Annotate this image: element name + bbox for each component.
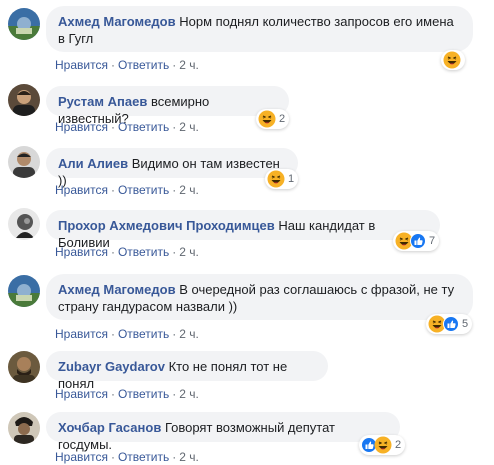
comment-actions: Нравится · Ответить · 2 ч. (55, 326, 199, 342)
reply-link[interactable]: Ответить (118, 245, 169, 259)
comment-bubble: Рустам Апаев всемирно известный? (46, 86, 289, 126)
comment-author[interactable]: Ахмед Магомедов (58, 14, 176, 29)
reply-link[interactable]: Ответить (118, 58, 169, 72)
reaction-summary[interactable]: 5 (426, 314, 473, 334)
reply-link[interactable]: Ответить (118, 183, 169, 197)
like-link[interactable]: Нравится (55, 245, 108, 259)
comment-actions: Нравится · Ответить · 2 ч. (55, 119, 199, 135)
separator: · (110, 120, 115, 134)
separator: · (172, 450, 177, 464)
reply-link[interactable]: Ответить (118, 450, 169, 464)
like-link[interactable]: Нравится (55, 58, 108, 72)
comment-bubble: Хочбар Гасанов Говорят возможный депутат… (46, 412, 400, 452)
haha-icon (258, 110, 276, 128)
comment-author[interactable]: Zubayr Gaydarov (58, 359, 165, 374)
comment-actions: Нравится · Ответить · 2 ч. (55, 182, 199, 198)
reply-link[interactable]: Ответить (118, 120, 169, 134)
comment-actions: Нравится · Ответить · 2 ч. (55, 386, 199, 402)
separator: · (110, 387, 115, 401)
comment-timestamp[interactable]: 2 ч. (179, 120, 199, 134)
like-icon (443, 316, 459, 332)
separator: · (110, 327, 115, 341)
comment-bubble: Али Алиев Видимо он там известен )) (46, 148, 298, 188)
separator: · (110, 245, 115, 259)
avatar[interactable] (8, 275, 40, 307)
reaction-count: 1 (288, 173, 295, 185)
reaction-count: 2 (279, 113, 286, 125)
comment-actions: Нравится · Ответить · 2 ч. (55, 449, 199, 465)
separator: · (172, 58, 177, 72)
comment-actions: Нравится · Ответить · 2 ч. (55, 57, 199, 73)
comment-author[interactable]: Прохор Ахмедович Проходимцев (58, 218, 275, 233)
reaction-summary[interactable]: 2 (256, 109, 290, 129)
separator: · (110, 183, 115, 197)
separator: · (172, 183, 177, 197)
reaction-count: 2 (395, 439, 402, 451)
comment-author[interactable]: Рустам Апаев (58, 94, 147, 109)
avatar[interactable] (8, 412, 40, 444)
separator: · (172, 245, 177, 259)
comment-author[interactable]: Хочбар Гасанов (58, 420, 161, 435)
comment-timestamp[interactable]: 2 ч. (179, 58, 199, 72)
reaction-summary[interactable] (441, 50, 465, 70)
like-icon (410, 233, 426, 249)
separator: · (172, 387, 177, 401)
separator: · (172, 327, 177, 341)
comment-timestamp[interactable]: 2 ч. (179, 183, 199, 197)
like-link[interactable]: Нравится (55, 450, 108, 464)
like-link[interactable]: Нравится (55, 120, 108, 134)
comment-actions: Нравится · Ответить · 2 ч. (55, 244, 199, 260)
comment-timestamp[interactable]: 2 ч. (179, 450, 199, 464)
comment-bubble: Ахмед Магомедов Норм поднял количество з… (46, 6, 473, 52)
avatar[interactable] (8, 84, 40, 116)
reaction-summary[interactable]: 2 (359, 435, 406, 455)
reply-link[interactable]: Ответить (118, 387, 169, 401)
comment-bubble: Ахмед Магомедов В очередной раз соглашаю… (46, 274, 473, 320)
separator: · (110, 450, 115, 464)
haha-icon (374, 436, 392, 454)
reply-link[interactable]: Ответить (118, 327, 169, 341)
like-link[interactable]: Нравится (55, 327, 108, 341)
comment-timestamp[interactable]: 2 ч. (179, 245, 199, 259)
avatar[interactable] (8, 351, 40, 383)
like-link[interactable]: Нравится (55, 183, 108, 197)
reaction-summary[interactable]: 1 (265, 169, 299, 189)
comment-timestamp[interactable]: 2 ч. (179, 327, 199, 341)
haha-icon (443, 51, 461, 69)
haha-icon (267, 170, 285, 188)
like-link[interactable]: Нравится (55, 387, 108, 401)
comment-author[interactable]: Али Алиев (58, 156, 128, 171)
reaction-count: 7 (429, 235, 436, 247)
avatar[interactable] (8, 208, 40, 240)
comment-author[interactable]: Ахмед Магомедов (58, 282, 176, 297)
reaction-summary[interactable]: 7 (393, 231, 440, 251)
comment-bubble: Прохор Ахмедович Проходимцев Наш кандида… (46, 210, 440, 250)
reaction-count: 5 (462, 318, 469, 330)
comment-bubble: Zubayr Gaydarov Кто не понял тот не поня… (46, 351, 328, 391)
separator: · (110, 58, 115, 72)
avatar[interactable] (8, 146, 40, 178)
separator: · (172, 120, 177, 134)
comment-timestamp[interactable]: 2 ч. (179, 387, 199, 401)
avatar[interactable] (8, 8, 40, 40)
